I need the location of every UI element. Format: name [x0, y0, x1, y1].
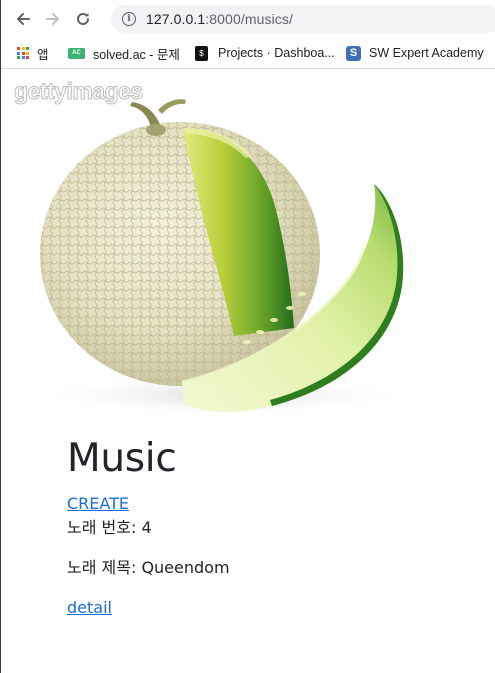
back-button[interactable]	[12, 8, 34, 30]
sw-expert-academy-icon: S	[346, 45, 361, 61]
arrow-left-icon	[17, 13, 30, 25]
projects-icon: $	[195, 45, 208, 61]
browser-toolbar: i 127.0.0.1:8000/musics/	[1, 0, 495, 38]
song-number: 노래 번호: 4	[67, 518, 152, 537]
url-text[interactable]: 127.0.0.1:8000/musics/	[146, 11, 293, 27]
watermark-text: gettyimages	[14, 78, 144, 105]
bookmarks-bar: 앱 AC solved.ac - 문제 $ Projects · Dashboa…	[1, 38, 495, 69]
bookmark-label: 앱	[37, 47, 49, 62]
reload-icon	[77, 12, 89, 25]
bookmark-projects[interactable]: $ Projects · Dashboa...	[195, 38, 335, 68]
bookmark-label: solved.ac - 문제	[93, 47, 180, 62]
bookmark-apps[interactable]: 앱	[17, 38, 49, 68]
site-info-icon[interactable]: i	[122, 12, 136, 26]
address-bar[interactable]: i 127.0.0.1:8000/musics/	[111, 5, 495, 33]
page-title: Music	[67, 436, 177, 481]
hero-image	[32, 99, 412, 417]
solved-ac-icon: AC	[68, 47, 85, 59]
url-path: :8000/musics/	[205, 11, 293, 27]
create-link[interactable]: CREATE	[67, 494, 129, 514]
detail-link[interactable]: detail	[67, 598, 112, 618]
reload-button[interactable]	[72, 8, 94, 30]
song-title: 노래 제목: Queendom	[67, 558, 230, 577]
bookmark-solved-ac[interactable]: AC solved.ac - 문제	[68, 38, 180, 68]
bookmark-label: Projects · Dashboa...	[218, 46, 335, 60]
bookmark-sw-expert-academy[interactable]: S SW Expert Academy	[346, 38, 484, 68]
arrow-right-icon	[46, 13, 59, 25]
page-content: Music CREATE 노래 번호: 4 노래 제목: Queendom de…	[67, 430, 467, 618]
browser-window: i 127.0.0.1:8000/musics/ 앱 AC solved.ac …	[0, 0, 495, 673]
forward-button[interactable]	[42, 8, 64, 30]
url-host: 127.0.0.1	[146, 11, 206, 27]
bookmark-label: SW Expert Academy	[369, 46, 484, 60]
apps-grid-icon	[17, 47, 29, 59]
